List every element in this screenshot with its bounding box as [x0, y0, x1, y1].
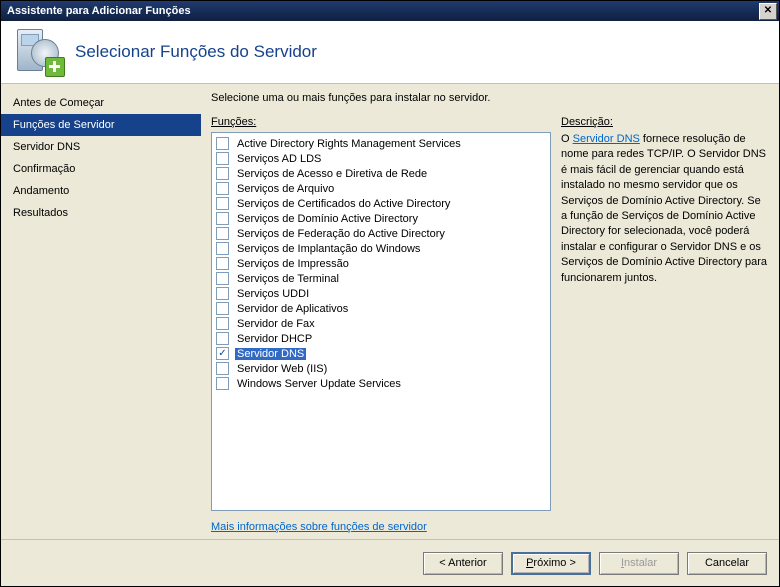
button-row: < Anterior Próximo > Instalar Cancelar — [1, 539, 779, 586]
body: Antes de ComeçarFunções de ServidorServi… — [1, 84, 779, 539]
sidebar-item-5[interactable]: Resultados — [1, 202, 201, 224]
role-item-4[interactable]: Serviços de Certificados do Active Direc… — [214, 196, 548, 211]
description-label: Descrição: — [561, 116, 769, 128]
close-icon[interactable]: ✕ — [759, 3, 777, 20]
wizard-window: Assistente para Adicionar Funções ✕ Sele… — [0, 0, 780, 587]
sidebar-item-1[interactable]: Funções de Servidor — [1, 114, 201, 136]
role-label: Servidor Web (IIS) — [235, 363, 329, 375]
role-item-12[interactable]: Servidor de Fax — [214, 316, 548, 331]
sidebar: Antes de ComeçarFunções de ServidorServi… — [1, 84, 201, 539]
role-label: Servidor de Fax — [235, 318, 317, 330]
role-item-11[interactable]: Servidor de Aplicativos — [214, 301, 548, 316]
role-item-9[interactable]: Serviços de Terminal — [214, 271, 548, 286]
checkbox-icon[interactable]: ✓ — [216, 347, 229, 360]
role-item-2[interactable]: Serviços de Acesso e Diretiva de Rede — [214, 166, 548, 181]
role-label: Servidor DNS — [235, 348, 306, 360]
sidebar-item-2[interactable]: Servidor DNS — [1, 136, 201, 158]
content: Selecione uma ou mais funções para insta… — [201, 84, 779, 539]
checkbox-icon[interactable] — [216, 242, 229, 255]
role-item-15[interactable]: Servidor Web (IIS) — [214, 361, 548, 376]
role-label: Serviços AD LDS — [235, 153, 323, 165]
columns: Funções: Active Directory Rights Managem… — [211, 116, 769, 539]
role-label: Serviços de Federação do Active Director… — [235, 228, 447, 240]
role-item-3[interactable]: Serviços de Arquivo — [214, 181, 548, 196]
role-label: Servidor DHCP — [235, 333, 314, 345]
role-label: Servidor de Aplicativos — [235, 303, 350, 315]
wizard-icon — [17, 29, 63, 75]
roles-label: Funções: — [211, 116, 551, 128]
install-button: Instalar — [599, 552, 679, 575]
checkbox-icon[interactable] — [216, 272, 229, 285]
checkbox-icon[interactable] — [216, 332, 229, 345]
role-item-14[interactable]: ✓ Servidor DNS — [214, 346, 548, 361]
checkbox-icon[interactable] — [216, 287, 229, 300]
more-info-link[interactable]: Mais informações sobre funções de servid… — [211, 521, 427, 533]
role-label: Serviços de Certificados do Active Direc… — [235, 198, 452, 210]
role-item-8[interactable]: Serviços de Impressão — [214, 256, 548, 271]
role-item-16[interactable]: Windows Server Update Services — [214, 376, 548, 391]
checkbox-icon[interactable] — [216, 377, 229, 390]
back-button[interactable]: < Anterior — [423, 552, 503, 575]
description-link[interactable]: Servidor DNS — [573, 133, 640, 145]
checkbox-icon[interactable] — [216, 152, 229, 165]
checkbox-icon[interactable] — [216, 182, 229, 195]
role-label: Serviços de Implantação do Windows — [235, 243, 422, 255]
cancel-button[interactable]: Cancelar — [687, 552, 767, 575]
checkbox-icon[interactable] — [216, 302, 229, 315]
description-column: Descrição: O Servidor DNS fornece resolu… — [561, 116, 769, 539]
roles-column: Funções: Active Directory Rights Managem… — [211, 116, 551, 539]
role-item-7[interactable]: Serviços de Implantação do Windows — [214, 241, 548, 256]
next-button[interactable]: Próximo > — [511, 552, 591, 575]
sidebar-item-4[interactable]: Andamento — [1, 180, 201, 202]
plus-icon — [45, 57, 65, 77]
role-label: Serviços de Acesso e Diretiva de Rede — [235, 168, 429, 180]
role-label: Serviços de Impressão — [235, 258, 351, 270]
checkbox-icon[interactable] — [216, 257, 229, 270]
header: Selecionar Funções do Servidor — [1, 21, 779, 84]
role-label: Serviços de Terminal — [235, 273, 341, 285]
checkbox-icon[interactable] — [216, 137, 229, 150]
instruction: Selecione uma ou mais funções para insta… — [211, 92, 769, 104]
sidebar-item-0[interactable]: Antes de Começar — [1, 92, 201, 114]
checkbox-icon[interactable] — [216, 167, 229, 180]
more-info-row: Mais informações sobre funções de servid… — [211, 511, 551, 539]
role-label: Windows Server Update Services — [235, 378, 403, 390]
roles-list[interactable]: Active Directory Rights Management Servi… — [211, 132, 551, 511]
checkbox-icon[interactable] — [216, 227, 229, 240]
role-item-0[interactable]: Active Directory Rights Management Servi… — [214, 136, 548, 151]
checkbox-icon[interactable] — [216, 197, 229, 210]
role-item-6[interactable]: Serviços de Federação do Active Director… — [214, 226, 548, 241]
titlebar: Assistente para Adicionar Funções ✕ — [1, 1, 779, 21]
role-label: Active Directory Rights Management Servi… — [235, 138, 463, 150]
page-title: Selecionar Funções do Servidor — [75, 42, 317, 62]
role-item-5[interactable]: Serviços de Domínio Active Directory — [214, 211, 548, 226]
window-title: Assistente para Adicionar Funções — [7, 5, 191, 17]
sidebar-item-3[interactable]: Confirmação — [1, 158, 201, 180]
checkbox-icon[interactable] — [216, 362, 229, 375]
role-item-10[interactable]: Serviços UDDI — [214, 286, 548, 301]
role-label: Serviços UDDI — [235, 288, 311, 300]
role-label: Serviços de Arquivo — [235, 183, 336, 195]
role-item-13[interactable]: Servidor DHCP — [214, 331, 548, 346]
checkbox-icon[interactable] — [216, 212, 229, 225]
checkbox-icon[interactable] — [216, 317, 229, 330]
role-label: Serviços de Domínio Active Directory — [235, 213, 420, 225]
role-item-1[interactable]: Serviços AD LDS — [214, 151, 548, 166]
description-text: O Servidor DNS fornece resolução de nome… — [561, 132, 769, 286]
